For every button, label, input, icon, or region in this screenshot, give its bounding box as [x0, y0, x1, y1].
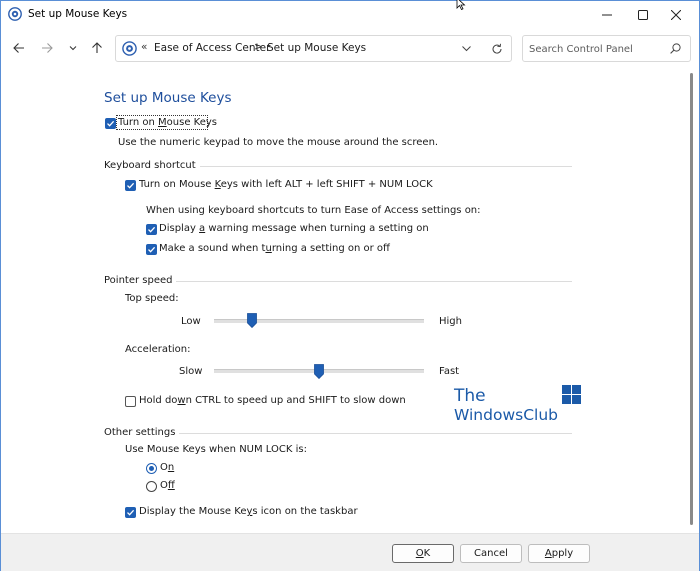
top-speed-slider-track[interactable]: [214, 319, 424, 323]
acceleration-label: Acceleration:: [125, 344, 191, 355]
watermark-line2: WindowsClub: [454, 406, 558, 424]
cancel-button[interactable]: Cancel: [460, 544, 522, 563]
keyboard-shortcut-group-label: Keyboard shortcut: [104, 160, 200, 171]
turn-on-mouse-keys-checkbox[interactable]: [105, 118, 116, 129]
ok-button[interactable]: OK: [392, 544, 454, 563]
arrow-left-icon: [13, 43, 24, 53]
numlock-off-label[interactable]: Off: [160, 480, 175, 491]
turn-on-mouse-keys-label[interactable]: Turn on Mouse Keys: [118, 117, 217, 128]
hold-ctrl-shift-label[interactable]: Hold down CTRL to speed up and SHIFT to …: [139, 395, 406, 406]
other-settings-group-label: Other settings: [104, 427, 180, 438]
address-bar[interactable]: « Ease of Access Center > Set up Mouse K…: [115, 35, 512, 62]
minimize-icon: [602, 14, 612, 16]
window-title: Set up Mouse Keys: [28, 8, 128, 20]
maximize-icon: [638, 10, 648, 20]
navigation-bar: « Ease of Access Center > Set up Mouse K…: [1, 29, 699, 67]
search-icon[interactable]: [670, 43, 681, 54]
pointer-speed-group-label: Pointer speed: [104, 275, 177, 286]
acceleration-slow-label: Slow: [179, 366, 203, 377]
warning-message-checkbox[interactable]: [146, 224, 157, 235]
chevron-down-icon: [69, 46, 77, 51]
check-icon: [127, 182, 135, 189]
shortcut-checkbox[interactable]: [125, 180, 136, 191]
hold-ctrl-shift-checkbox[interactable]: [125, 396, 136, 407]
top-speed-high-label: High: [439, 316, 462, 327]
forward-button[interactable]: [37, 38, 57, 58]
recent-locations-button[interactable]: [63, 38, 83, 58]
page-title: Set up Mouse Keys: [104, 90, 232, 106]
numlock-on-label[interactable]: On: [160, 462, 174, 473]
watermark-line1: The: [454, 386, 486, 406]
numlock-on-radio[interactable]: [146, 463, 157, 474]
make-sound-checkbox[interactable]: [146, 244, 157, 255]
breadcrumb-separator[interactable]: >: [254, 41, 263, 53]
arrow-right-icon: [42, 43, 53, 53]
taskbar-icon-checkbox[interactable]: [125, 507, 136, 518]
vertical-scrollbar[interactable]: [685, 67, 699, 533]
address-dropdown-icon[interactable]: [462, 46, 471, 52]
numlock-label: Use Mouse Keys when NUM LOCK is:: [125, 444, 307, 455]
breadcrumb-set-up-mouse-keys[interactable]: Set up Mouse Keys: [267, 42, 366, 54]
top-speed-label: Top speed:: [125, 293, 179, 304]
check-icon: [127, 509, 135, 516]
mouse-keys-description: Use the numeric keypad to move the mouse…: [118, 137, 439, 148]
up-button[interactable]: [87, 38, 107, 58]
dialog-window: Set up Mouse Keys « Ease of Access Cente…: [0, 0, 700, 571]
scrollbar-thumb[interactable]: [690, 73, 693, 525]
refresh-icon[interactable]: [491, 43, 503, 55]
shortcut-label[interactable]: Turn on Mouse Keys with left ALT + left …: [139, 179, 433, 190]
close-button[interactable]: [653, 1, 699, 29]
check-icon: [148, 246, 156, 253]
breadcrumb-overflow[interactable]: «: [141, 41, 147, 53]
control-panel-icon: [122, 41, 137, 56]
arrow-up-icon: [92, 42, 102, 53]
check-icon: [107, 120, 115, 127]
make-sound-label[interactable]: Make a sound when turning a setting on o…: [159, 243, 390, 254]
numlock-off-radio[interactable]: [146, 481, 157, 492]
back-button[interactable]: [9, 38, 29, 58]
content-area: Set up Mouse Keys Turn on Mouse Keys Use…: [1, 67, 685, 533]
dialog-footer: OK Cancel Apply: [1, 533, 699, 571]
top-speed-low-label: Low: [181, 316, 201, 327]
apply-button[interactable]: Apply: [528, 544, 590, 563]
ease-of-access-icon: [8, 7, 22, 21]
windows-logo-icon: [562, 385, 581, 404]
mouse-cursor-icon: [456, 0, 466, 10]
title-bar: Set up Mouse Keys: [1, 0, 699, 29]
check-icon: [148, 226, 156, 233]
search-input[interactable]: [529, 41, 669, 57]
shortcut-note: When using keyboard shortcuts to turn Ea…: [146, 205, 481, 216]
close-icon: [671, 10, 681, 20]
search-box[interactable]: [522, 35, 691, 62]
breadcrumb-ease-of-access-center[interactable]: Ease of Access Center: [154, 42, 270, 54]
top-speed-slider-thumb[interactable]: [246, 313, 257, 328]
acceleration-slider-thumb[interactable]: [314, 364, 324, 379]
warning-message-label[interactable]: Display a warning message when turning a…: [159, 223, 429, 234]
watermark: The WindowsClub: [454, 385, 584, 431]
taskbar-icon-label[interactable]: Display the Mouse Keys icon on the taskb…: [139, 506, 358, 517]
acceleration-fast-label: Fast: [439, 366, 460, 377]
